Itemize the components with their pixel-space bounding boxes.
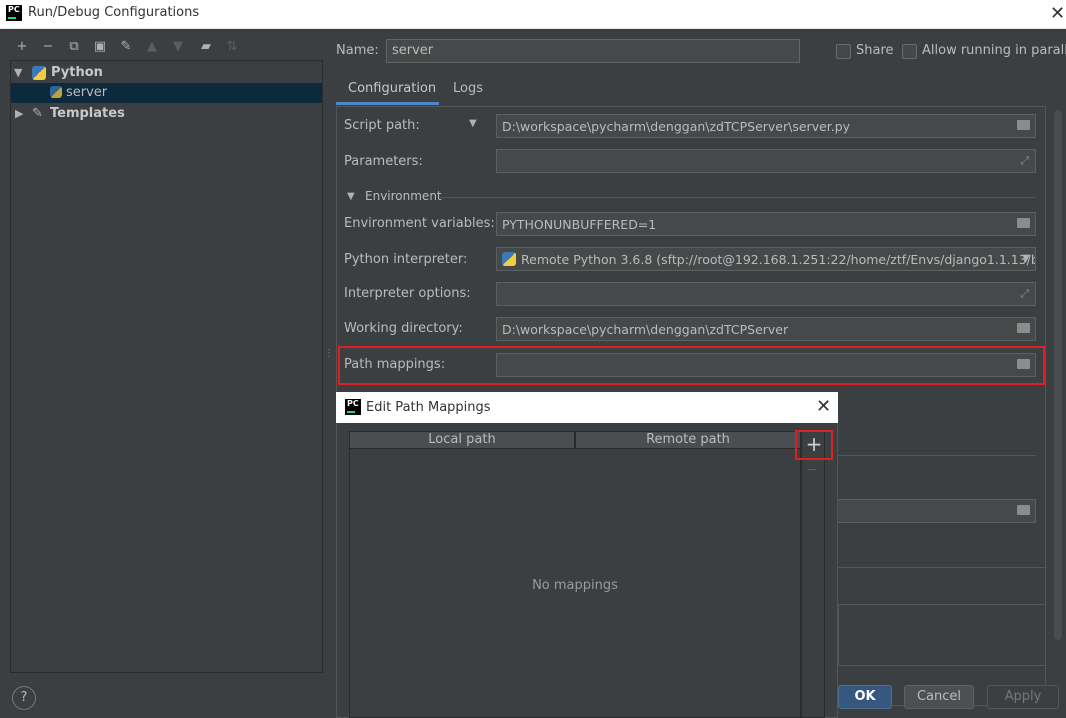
env-vars-field[interactable]: PYTHONUNBUFFERED=1 [496,212,1036,236]
copy-icon[interactable]: ⧉ [64,37,84,57]
remove-icon[interactable]: − [38,37,58,57]
up-arrow-icon[interactable]: ▲ [142,37,162,57]
interpreter-value: Remote Python 3.6.8 (sftp://root@192.168… [521,252,1036,267]
tree-item-templates[interactable]: ▶ ✎ Templates [11,104,322,124]
expand-arrow-icon[interactable]: ▼ [14,63,22,83]
dialog-close-icon[interactable]: ✕ [816,396,831,417]
tab-configuration[interactable]: Configuration [348,81,436,96]
apply-button[interactable]: Apply [987,685,1059,709]
tab-logs[interactable]: Logs [453,81,483,96]
tree-item-server[interactable]: server [11,83,322,103]
tab-bar: Configuration Logs [336,74,1046,107]
cancel-button[interactable]: Cancel [904,685,974,709]
script-path-dropdown-icon[interactable]: ▼ [469,118,477,129]
empty-mappings-message: No mappings [532,578,618,593]
parameters-label: Parameters: [344,154,423,169]
allow-parallel-label: Allow running in parallel [922,43,1066,58]
column-header-local-path[interactable]: Local path [349,431,575,449]
column-header-remote-path[interactable]: Remote path [575,431,801,449]
interpreter-options-field[interactable]: ⤢ [496,282,1036,306]
interpreter-select[interactable]: Remote Python 3.6.8 (sftp://root@192.168… [496,247,1036,271]
folder-icon[interactable] [1017,323,1030,333]
expand-field-icon[interactable]: ⤢ [1020,154,1029,168]
script-path-label: Script path: [344,118,420,133]
script-path-value: D:\workspace\pycharm\denggan\zdTCPServer… [502,119,851,134]
folder-icon[interactable] [1017,120,1030,130]
scrollbar[interactable] [1054,110,1062,640]
tree-item-python[interactable]: ▼ Python [11,63,322,83]
chevron-down-icon[interactable]: ▼ [1022,253,1030,264]
sort-icon[interactable]: ⇅ [222,37,242,57]
env-vars-label: Environment variables: [344,216,495,231]
add-mapping-button[interactable]: + [795,430,833,460]
folder-icon[interactable] [1017,505,1030,515]
section-divider [838,567,1046,568]
interpreter-label: Python interpreter: [344,252,468,267]
wrench-icon: ✎ [32,106,43,121]
parameters-field[interactable]: ⤢ [496,149,1036,173]
folder-add-icon[interactable]: ▰ [196,37,216,57]
working-dir-value: D:\workspace\pycharm\denggan\zdTCPServer [502,322,789,337]
pycharm-logo-icon: PC [345,399,361,415]
python-run-icon [50,86,62,98]
save-icon[interactable]: ▣ [90,37,110,57]
folder-icon[interactable] [1017,218,1030,228]
share-label: Share [856,43,894,58]
environment-section-title[interactable]: Environment [365,189,442,203]
tree-item-label: Python [51,65,103,80]
share-checkbox[interactable] [836,44,851,59]
working-dir-field[interactable]: D:\workspace\pycharm\denggan\zdTCPServer [496,317,1036,341]
expand-field-icon[interactable]: ⤢ [1020,287,1029,301]
help-button[interactable]: ? [12,686,36,710]
name-input[interactable]: server [386,39,800,63]
dialog-title: Edit Path Mappings [366,400,491,415]
section-divider [440,197,1036,198]
python-icon [502,252,516,266]
tree-item-label: server [66,85,108,100]
window-close-icon[interactable]: ✕ [1050,3,1065,24]
allow-parallel-checkbox[interactable] [902,44,917,59]
pycharm-logo-icon: PC [6,5,22,21]
python-icon [32,66,46,80]
tree-item-label: Templates [50,106,125,121]
configuration-tree: ▼ Python server ▶ ✎ Templates [10,60,323,673]
active-tab-indicator [336,102,439,105]
collapse-arrow-icon[interactable]: ▶ [15,104,23,124]
env-vars-value: PYTHONUNBUFFERED=1 [502,217,657,232]
remove-mapping-button[interactable]: − [806,462,818,478]
add-icon[interactable]: + [12,37,32,57]
working-dir-label: Working directory: [344,321,463,336]
interpreter-options-label: Interpreter options: [344,286,471,301]
hidden-field[interactable] [836,499,1036,523]
environment-collapse-icon[interactable]: ▼ [347,191,355,202]
path-mappings-highlight [338,346,1045,385]
ok-button[interactable]: OK [838,685,892,709]
window-title: Run/Debug Configurations [28,5,200,20]
script-path-field[interactable]: D:\workspace\pycharm\denggan\zdTCPServer… [496,114,1036,138]
name-label: Name: [336,43,379,58]
splitter-handle[interactable]: ⋮ [324,348,334,359]
mappings-table[interactable] [349,431,801,718]
wrench-icon[interactable]: ✎ [116,37,136,57]
down-arrow-icon[interactable]: ▼ [168,37,188,57]
section-divider [838,455,1036,456]
hidden-panel [838,604,1046,666]
